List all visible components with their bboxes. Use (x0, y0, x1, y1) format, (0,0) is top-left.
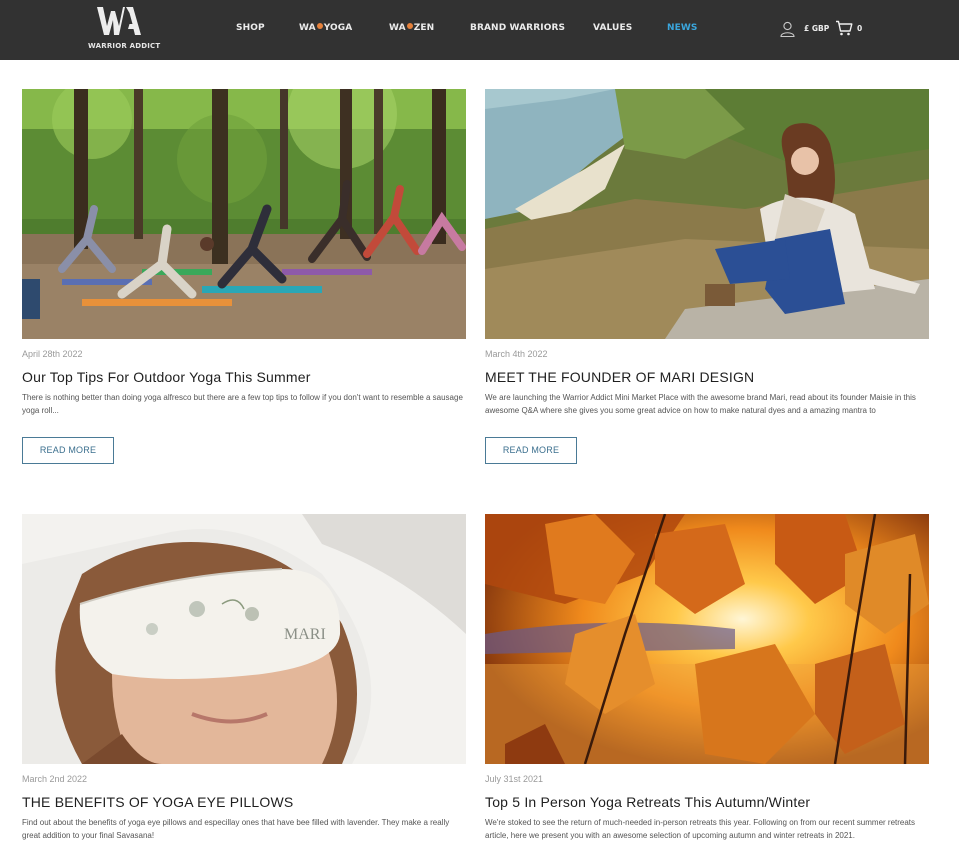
post-image-outdoor-yoga[interactable] (22, 89, 466, 339)
nav-wa-zen[interactable]: WA ZEN (389, 23, 434, 33)
orange-dot-icon (316, 23, 323, 29)
currency-selector[interactable]: £ GBP (804, 24, 829, 33)
coastal-cliff-portrait-photo (485, 89, 929, 339)
nav-wa-yoga-label: YOGA (323, 23, 353, 33)
shopping-cart-icon[interactable] (835, 20, 853, 36)
post-date: March 2nd 2022 (22, 774, 88, 784)
read-more-button[interactable]: READ MORE (22, 437, 114, 464)
nav-brand-warriors[interactable]: BRAND WARRIORS (470, 23, 565, 33)
nav-news[interactable]: NEWS (667, 23, 698, 33)
post-excerpt: There is nothing better than doing yoga … (22, 393, 463, 415)
site-header: WARRIOR ADDICT SHOP WA YOGA WA ZEN BRAND W… (0, 0, 959, 60)
post-date: July 31st 2021 (485, 774, 544, 784)
outdoor-yoga-photo (22, 89, 466, 339)
nav-wa-zen-prefix: WA (389, 23, 406, 33)
post-image-mari-founder[interactable] (485, 89, 929, 339)
nav-shop[interactable]: SHOP (236, 23, 265, 33)
cart-count: 0 (857, 24, 863, 33)
user-account-icon[interactable] (780, 21, 795, 37)
post-title[interactable]: Our Top Tips For Outdoor Yoga This Summe… (22, 369, 466, 385)
logo-wordmark: WARRIOR ADDICT (88, 42, 161, 50)
eye-pillow-photo: MARI (22, 514, 466, 764)
post-date: March 4th 2022 (485, 349, 548, 359)
svg-text:MARI: MARI (284, 626, 326, 643)
post-excerpt: We are launching the Warrior Addict Mini… (485, 393, 916, 415)
post-title[interactable]: Top 5 In Person Yoga Retreats This Autum… (485, 794, 929, 810)
autumn-sunset-photo (485, 514, 929, 764)
nav-wa-yoga[interactable]: WA YOGA (299, 23, 352, 33)
wa-logo-icon (97, 7, 141, 35)
orange-dot-icon (406, 23, 413, 29)
post-image-eye-pillows[interactable]: MARI (22, 514, 466, 764)
post-excerpt: Find out about the benefits of yoga eye … (22, 818, 450, 840)
nav-wa-yoga-prefix: WA (299, 23, 316, 33)
post-date: April 28th 2022 (22, 349, 83, 359)
post-title[interactable]: MEET THE FOUNDER OF MARI DESIGN (485, 369, 929, 385)
read-more-button[interactable]: READ MORE (485, 437, 577, 464)
nav-values[interactable]: VALUES (593, 23, 632, 33)
nav-wa-zen-label: ZEN (413, 23, 435, 33)
warrior-addict-logo[interactable]: WARRIOR ADDICT (88, 6, 161, 52)
post-excerpt: We're stoked to see the return of much-n… (485, 818, 916, 840)
post-image-autumn-retreats[interactable] (485, 514, 929, 764)
post-title[interactable]: THE BENEFITS OF YOGA EYE PILLOWS (22, 794, 466, 810)
